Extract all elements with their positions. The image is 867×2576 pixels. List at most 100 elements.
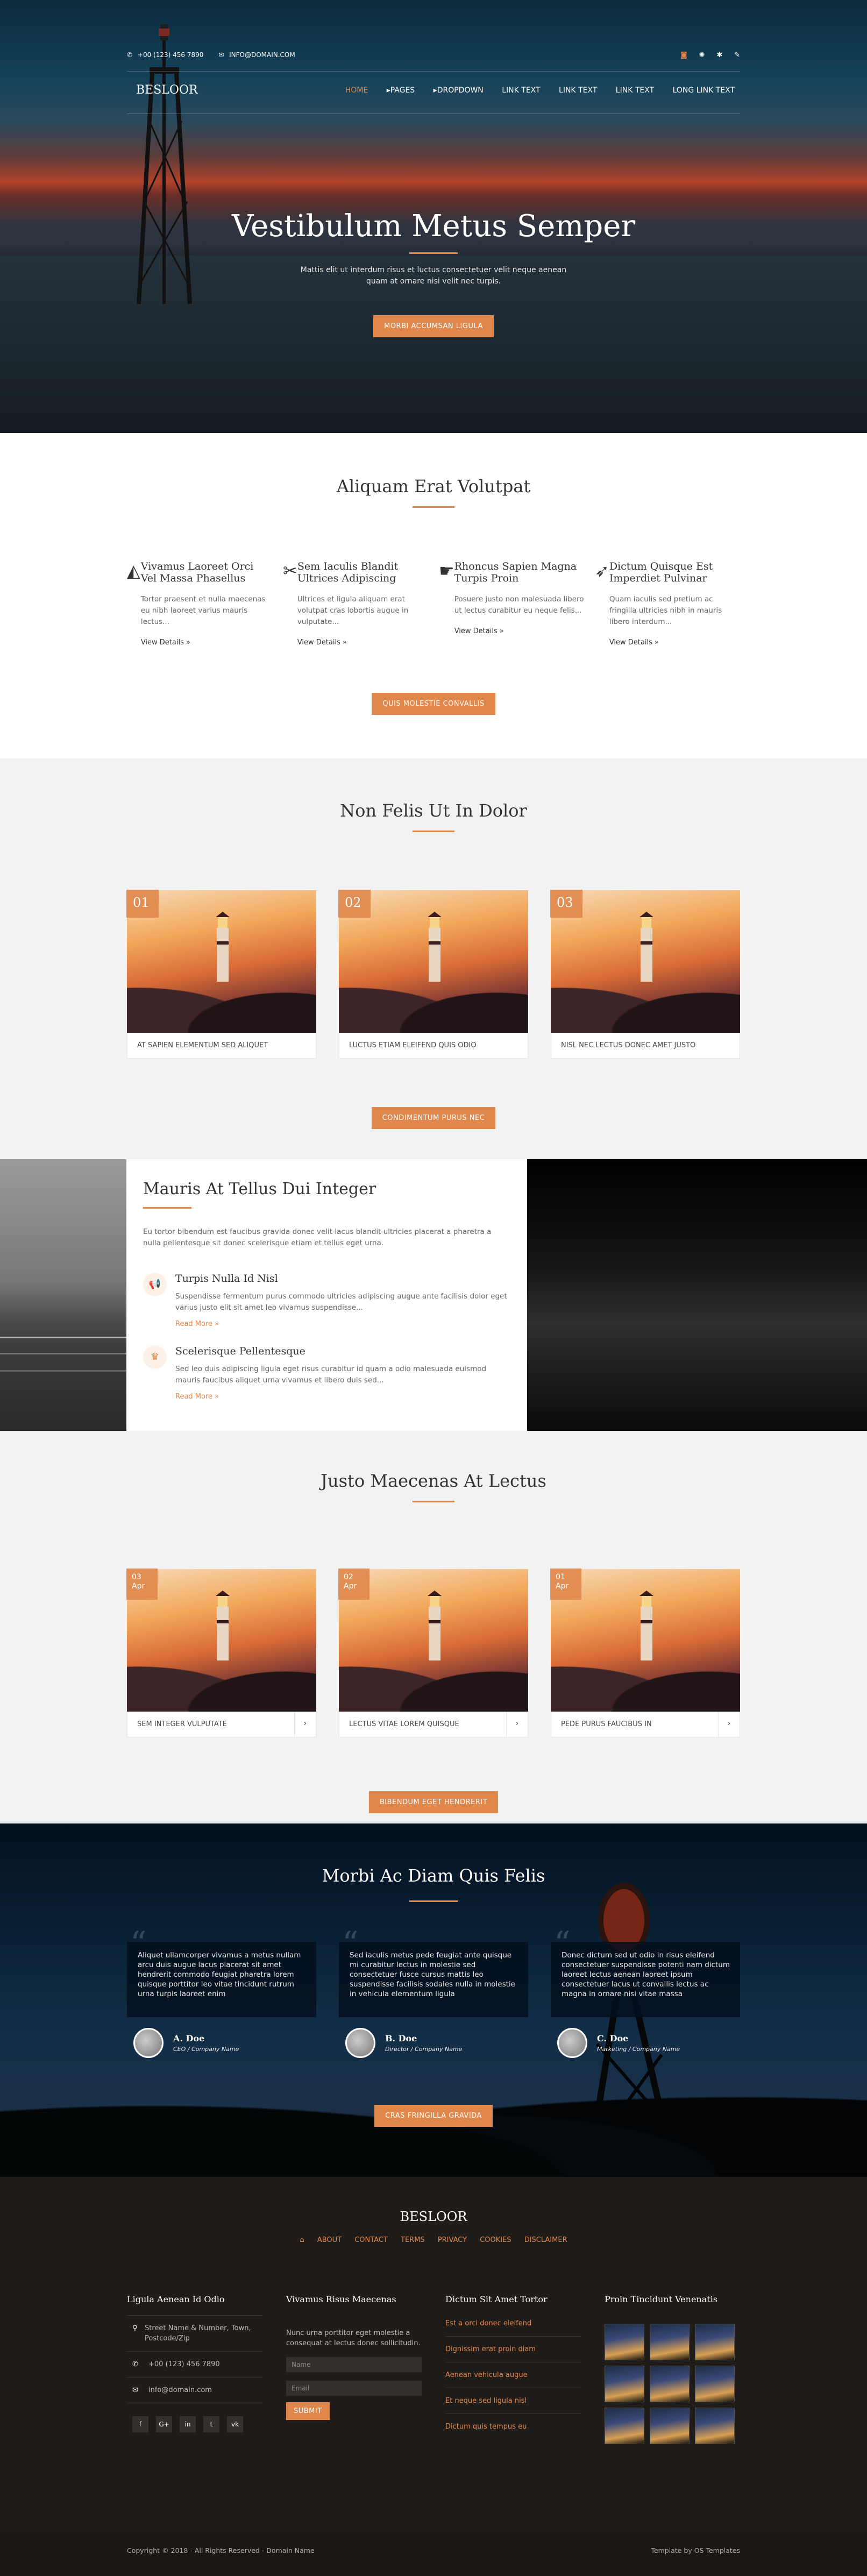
site-logo[interactable]: BESLOOR [136, 83, 198, 97]
footer-list-link[interactable]: Dignissim erat proin diam [445, 2337, 581, 2362]
gallery-thumbnail[interactable] [605, 2366, 644, 2402]
footer-links: ⌂ ABOUT CONTACT TERMS PRIVACY COOKIES DI… [127, 2236, 740, 2244]
split-item-text: Sed leo duis adipiscing ligula eget risu… [175, 1365, 487, 1385]
gallery-thumbnail[interactable] [650, 2366, 690, 2402]
footer-list-link[interactable]: Aenean vehicula augue [445, 2362, 581, 2388]
nav-link-2[interactable]: LINK TEXT [559, 86, 597, 95]
feature-title: Rhoncus Sapien Magna Turpis Proin [454, 560, 577, 584]
name-input[interactable]: Name [286, 2357, 422, 2372]
quote-icon: “ [130, 1925, 147, 1962]
feature-link[interactable]: View Details » [454, 627, 584, 635]
vk-icon[interactable]: vk [227, 2416, 243, 2432]
gallery-button[interactable]: CONDIMENTUM PURUS NEC [371, 1107, 496, 1129]
date-badge: 02 Apr [338, 1569, 369, 1600]
email-input[interactable]: Email [286, 2381, 422, 2396]
footer-logo[interactable]: BESLOOR [127, 2177, 740, 2224]
chevron-right-icon[interactable]: › [718, 1712, 740, 1736]
feature-link[interactable]: View Details » [297, 638, 428, 647]
split-item: 📢 Turpis Nulla Id Nisl Suspendisse ferme… [143, 1273, 511, 1328]
read-more-link[interactable]: Read More » [175, 1393, 509, 1401]
facebook-icon[interactable]: f [132, 2416, 148, 2432]
nav-home[interactable]: HOME [345, 86, 368, 95]
news-card[interactable]: 03 Apr SEM INTEGER VULPUTATE › [126, 1569, 316, 1737]
split-section: Mauris At Tellus Dui Integer Eu tortor b… [0, 1159, 867, 1431]
nav-link-3[interactable]: LINK TEXT [616, 86, 654, 95]
copyright-text: Copyright © 2018 - All Rights Reserved -… [127, 2546, 315, 2554]
gallery-thumbnail[interactable] [650, 2408, 690, 2444]
news-caption: PEDE PURUS FAUCIBUS IN [561, 1720, 652, 1728]
news-button[interactable]: BIBENDUM EGET HENDRERIT [368, 1791, 499, 1813]
linkedin-icon[interactable]: in [180, 2416, 196, 2432]
split-intro: Eu tortor bibendum est faucibus gravida … [143, 1227, 492, 1247]
testimonial-card: “Donec dictum sed ut odio in risus eleif… [551, 1927, 740, 2058]
footer-link-cookies[interactable]: COOKIES [480, 2236, 511, 2244]
rss-icon[interactable]: ◙ [680, 51, 687, 59]
footer-email[interactable]: info@domain.com [148, 2385, 212, 2395]
top-email[interactable]: INFO@DOMAIN.COM [229, 51, 295, 59]
feature-text: Ultrices et ligula aliquam erat volutpat… [297, 595, 409, 626]
testimonial-role: Director / Company Name [385, 2046, 463, 2053]
chevron-right-icon[interactable]: › [294, 1712, 316, 1736]
nav-link-long[interactable]: LONG LINK TEXT [673, 86, 735, 95]
gallery-card[interactable]: 03 NISL NEC LECTUS DONEC AMET JUSTO [550, 890, 740, 1059]
top-phone: +00 (123) 456 7890 [137, 51, 204, 59]
feature-text: Posuere justo non malesuada libero ut le… [454, 595, 584, 615]
hero-text: Mattis elit ut interdum risus et luctus … [300, 266, 567, 286]
gallery-thumbnail[interactable] [605, 2408, 644, 2444]
twitter-icon[interactable]: t [203, 2416, 219, 2432]
features-button[interactable]: QUIS MOLESTIE CONVALLIS [372, 693, 495, 715]
footer-phone: +00 (123) 456 7890 [148, 2360, 220, 2368]
read-more-link[interactable]: Read More » [175, 1320, 509, 1328]
news-card[interactable]: 01 Apr PEDE PURUS FAUCIBUS IN › [550, 1569, 740, 1737]
template-credit[interactable]: Template by OS Templates [651, 2546, 740, 2554]
gallery-thumbnail[interactable] [650, 2324, 690, 2360]
copyright-bar: Copyright © 2018 - All Rights Reserved -… [0, 2532, 867, 2576]
news-card[interactable]: 02 Apr LECTUS VITAE LOREM QUISQUE › [338, 1569, 528, 1737]
testimonials-button[interactable]: CRAS FRINGILLA GRAVIDA [374, 2105, 493, 2127]
footer-list-link[interactable]: Et neque sed ligula nisl [445, 2388, 581, 2414]
features-section: Aliquam Erat Volutpat ◭ Vivamus Laoreet … [0, 433, 867, 758]
hero-section: ✆ +00 (123) 456 7890 ✉ INFO@DOMAIN.COM ◙… [0, 0, 867, 433]
gallery-card[interactable]: 02 LUCTUS ETIAM ELEIFEND QUIS ODIO [338, 890, 528, 1059]
nav-dropdown[interactable]: ▸DROPDOWN [434, 86, 484, 95]
testimonials-underline [409, 1900, 458, 1902]
split-title: Mauris At Tellus Dui Integer [143, 1180, 376, 1198]
main-menu: HOME ▸PAGES ▸DROPDOWN LINK TEXT LINK TEX… [329, 86, 735, 95]
harbor-night-image [527, 1159, 867, 1431]
footer-list-link[interactable]: Dictum quis tempus eu [445, 2414, 581, 2439]
submit-button[interactable]: SUBMIT [286, 2402, 330, 2420]
gallery-thumbnail[interactable] [695, 2366, 735, 2402]
footer-link-terms[interactable]: TERMS [401, 2236, 425, 2244]
footer-link-privacy[interactable]: PRIVACY [438, 2236, 467, 2244]
footer-link-about[interactable]: ABOUT [317, 2236, 342, 2244]
footer-links-column: Dictum Sit Amet Tortor Est a orci donec … [445, 2294, 581, 2444]
card-number: 01 [126, 890, 159, 918]
gallery-thumbnail[interactable] [695, 2324, 735, 2360]
nav-pages[interactable]: ▸PAGES [387, 86, 415, 95]
gallery-thumbnail[interactable] [605, 2324, 644, 2360]
gallery-underline [413, 831, 454, 832]
split-item: ♛ Scelerisque Pellentesque Sed leo duis … [143, 1345, 511, 1401]
main-navbar: BESLOOR HOME ▸PAGES ▸DROPDOWN LINK TEXT … [127, 71, 740, 114]
dribbble-icon[interactable]: ✺ [699, 51, 705, 59]
google-plus-icon[interactable]: G+ [156, 2416, 172, 2432]
features-underline [413, 506, 454, 508]
footer-link-disclaimer[interactable]: DISCLAIMER [524, 2236, 567, 2244]
gallery-card[interactable]: 01 AT SAPIEN ELEMENTUM SED ALIQUET [126, 890, 316, 1059]
home-icon[interactable]: ⌂ [300, 2236, 304, 2244]
footer-col-title: Proin Tincidunt Venenatis [605, 2294, 718, 2304]
edit-icon[interactable]: ✎ [734, 51, 740, 59]
hero-button[interactable]: MORBI ACCUMSAN LIGULA [373, 315, 494, 337]
settings-icon[interactable]: ✱ [716, 51, 722, 59]
footer-col-title: Ligula Aenean Id Odio [127, 2294, 225, 2304]
chevron-right-icon[interactable]: › [506, 1712, 528, 1736]
footer-newsletter-column: Vivamus Risus Maecenas Nunc urna porttit… [286, 2294, 422, 2444]
footer-list-link[interactable]: Est a orci donec eleifend [445, 2304, 581, 2337]
footer-link-contact[interactable]: CONTACT [354, 2236, 388, 2244]
card-caption: NISL NEC LECTUS DONEC AMET JUSTO [551, 1033, 740, 1059]
gallery-title: Non Felis Ut In Dolor [340, 800, 527, 821]
feature-link[interactable]: View Details » [609, 638, 740, 647]
feature-link[interactable]: View Details » [141, 638, 272, 647]
gallery-thumbnail[interactable] [695, 2408, 735, 2444]
nav-link-1[interactable]: LINK TEXT [502, 86, 540, 95]
